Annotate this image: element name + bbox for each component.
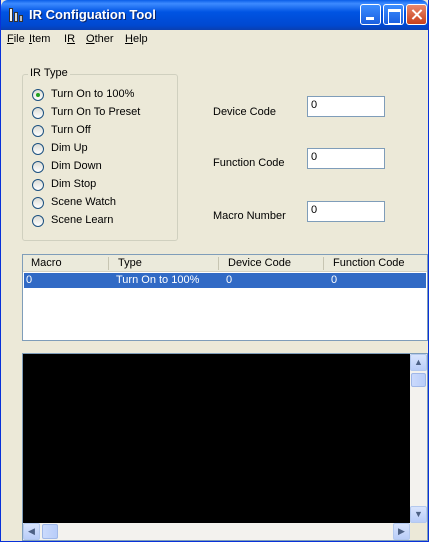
cell-type: Turn On to 100% (116, 274, 200, 286)
macro-number-label: Macro Number (213, 210, 286, 222)
arrow-up-icon[interactable]: ▲ (410, 354, 427, 371)
macro-list[interactable]: Macro Type Device Code Function Code 0 T… (22, 254, 428, 341)
horizontal-scrollbar[interactable]: ◀ ▶ (23, 523, 410, 540)
menu-other[interactable]: Other (86, 33, 114, 45)
minimize-button[interactable] (360, 4, 381, 25)
macro-number-input[interactable]: 0 (307, 201, 385, 222)
list-header: Macro Type Device Code Function Code (23, 255, 427, 272)
cell-device-code: 0 (226, 274, 233, 286)
maximize-button[interactable] (383, 4, 404, 25)
table-row[interactable]: 0 Turn On to 100% 0 0 (24, 273, 426, 288)
cell-macro: 0 (26, 274, 33, 286)
scroll-corner (410, 523, 427, 540)
close-button[interactable] (406, 4, 427, 25)
title-bar[interactable]: IR Configuation Tool (1, 0, 428, 30)
cell-function-code: 0 (331, 274, 338, 286)
arrow-right-icon[interactable]: ▶ (393, 523, 410, 540)
menu-file[interactable]: File (7, 33, 25, 45)
arrow-left-icon[interactable]: ◀ (23, 523, 40, 540)
function-code-input[interactable]: 0 (307, 148, 385, 169)
vertical-scrollbar[interactable]: ▲ ▼ (410, 354, 427, 523)
app-window: IR Configuation Tool File Item IR Other … (0, 0, 429, 542)
vertical-scroll-thumb[interactable] (411, 373, 426, 387)
menu-ir[interactable]: IR (64, 33, 75, 45)
arrow-down-icon[interactable]: ▼ (410, 506, 427, 523)
output-console[interactable]: ▲ ▼ ◀ ▶ (22, 353, 428, 541)
window-title: IR Configuation Tool (29, 7, 156, 22)
device-code-label: Device Code (213, 106, 276, 118)
ir-tool-icon[interactable] (8, 7, 24, 23)
column-type[interactable]: Type (118, 257, 142, 269)
device-code-input[interactable]: 0 (307, 96, 385, 117)
menu-item[interactable]: Item (29, 33, 50, 45)
ir-type-label: IR Type (28, 67, 70, 79)
column-function-code[interactable]: Function Code (333, 257, 405, 269)
column-device-code[interactable]: Device Code (228, 257, 291, 269)
menu-help[interactable]: Help (125, 33, 148, 45)
horizontal-scroll-thumb[interactable] (42, 524, 58, 539)
menu-bar: File Item IR Other Help (1, 30, 428, 49)
function-code-label: Function Code (213, 157, 285, 169)
column-macro[interactable]: Macro (31, 257, 62, 269)
